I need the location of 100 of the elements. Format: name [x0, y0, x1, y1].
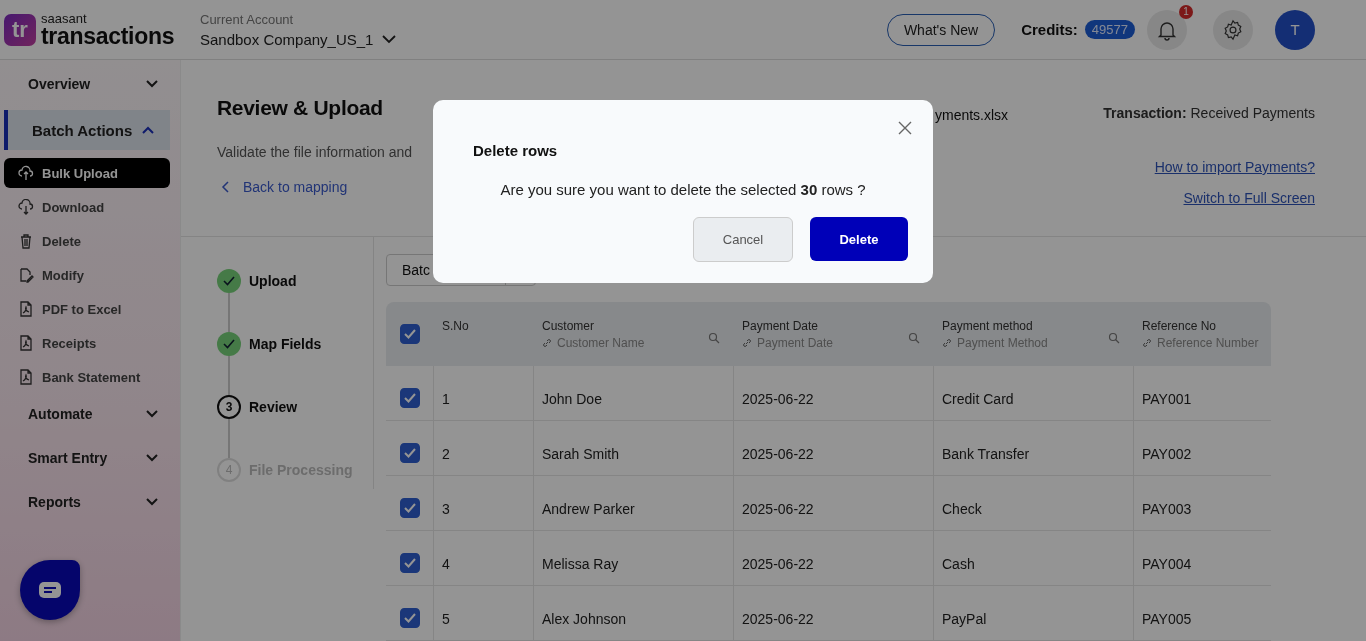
table-cell: PAY002: [1142, 446, 1192, 462]
step-label: Review: [249, 399, 298, 415]
help-link[interactable]: Switch to Full Screen: [1183, 190, 1315, 206]
column-header: S.No: [442, 319, 469, 333]
user-avatar[interactable]: T: [1275, 9, 1315, 50]
table-cell: Check: [942, 501, 982, 517]
sidebar-item[interactable]: Modify: [4, 260, 170, 290]
table-cell: 2025-06-22: [742, 556, 814, 572]
table-cell: PAY001: [1142, 391, 1192, 407]
table-cell: 2025-06-22: [742, 446, 814, 462]
chevron-down-icon: [146, 80, 158, 88]
delete-button[interactable]: Delete: [810, 217, 908, 261]
table-cell: Alex Johnson: [542, 611, 627, 627]
pdf-file-icon: [18, 335, 34, 351]
sidebar-item-label: Bulk Upload: [42, 165, 118, 181]
account-label: Current Account: [200, 11, 295, 27]
settings-button[interactable]: [1213, 9, 1253, 50]
sidebar-section[interactable]: Batch Actions: [4, 110, 170, 150]
step-label: Map Fields: [249, 336, 322, 352]
cancel-button[interactable]: Cancel: [693, 217, 793, 262]
table-cell: Sarah Smith: [542, 446, 620, 462]
column-header: Customer: [542, 319, 595, 333]
sidebar-item[interactable]: Bulk Upload: [4, 158, 170, 188]
row-checkbox[interactable]: [399, 443, 420, 463]
sidebar-section[interactable]: Overview: [4, 66, 158, 102]
chevron-down-icon: [146, 454, 158, 462]
sidebar-item-label: Bank Statement: [42, 369, 141, 385]
search-icon[interactable]: [908, 332, 920, 344]
sidebar-item[interactable]: PDF to Excel: [4, 294, 170, 324]
step-label: Upload: [249, 273, 297, 289]
chevron-up-icon: [142, 126, 154, 134]
table-cell: John Doe: [542, 391, 602, 407]
back-link[interactable]: Back to mapping: [217, 179, 413, 195]
sidebar-item-label: PDF to Excel: [42, 301, 122, 317]
dialog-message: Are you sure you want to delete the selected 30 rows ?: [500, 181, 866, 198]
table-cell: Melissa Ray: [542, 556, 619, 572]
logo-mark: tr: [4, 13, 36, 46]
page-subtitle: Validate the file information and: [217, 144, 413, 160]
account-selector[interactable]: Sandbox Company_US_1: [200, 30, 374, 48]
table-cell: PayPal: [942, 611, 987, 627]
dialog-title: Delete rows: [473, 142, 559, 159]
mapped-field: Reference Number: [1157, 336, 1259, 350]
chat-icon: [38, 581, 62, 599]
table-cell: 2025-06-22: [742, 501, 814, 517]
sidebar-section[interactable]: Smart Entry: [4, 440, 158, 476]
sidebar-section[interactable]: Reports: [4, 484, 158, 520]
whats-new-button[interactable]: What's New: [886, 13, 996, 46]
sidebar-item-label: Modify: [42, 267, 84, 283]
sidebar-item[interactable]: Bank Statement: [4, 362, 170, 392]
table-cell: Cash: [942, 556, 975, 572]
pdf-file-icon: [18, 369, 34, 385]
link-icon: [542, 338, 552, 348]
transaction-info: Transaction: Received Payments: [1103, 105, 1315, 123]
column-header: Payment Date: [742, 319, 820, 333]
column-header: Payment method: [942, 319, 1034, 333]
link-icon: [1142, 338, 1152, 348]
mapped-field: Customer Name: [557, 336, 645, 350]
sidebar-item[interactable]: Download: [4, 192, 170, 222]
chevron-down-icon: [146, 410, 158, 418]
row-checkbox[interactable]: [399, 388, 420, 408]
row-checkbox[interactable]: [399, 553, 420, 573]
sidebar-section[interactable]: Automate: [4, 396, 158, 432]
select-all-checkbox[interactable]: [400, 324, 420, 344]
table-cell: 3: [442, 501, 450, 517]
trash-icon: [18, 233, 34, 249]
table-cell: 2025-06-22: [742, 611, 814, 627]
table-cell: 2025-06-22: [742, 391, 814, 407]
notifications-button[interactable]: [1147, 9, 1187, 50]
search-icon[interactable]: [1108, 332, 1120, 344]
row-checkbox[interactable]: [399, 498, 420, 518]
help-link[interactable]: How to import Payments?: [1154, 159, 1315, 175]
notification-badge: 1: [1179, 4, 1193, 19]
credits-badge: 49577: [1084, 20, 1135, 39]
document-pen-icon: [18, 267, 34, 283]
table-cell: 4: [442, 556, 450, 572]
step-number: 3: [217, 395, 241, 419]
search-icon[interactable]: [708, 332, 720, 344]
row-checkbox[interactable]: [399, 608, 420, 628]
cloud-upload-icon: [18, 165, 34, 181]
table-cell: Credit Card: [942, 391, 1014, 407]
link-icon: [742, 338, 752, 348]
credits-label: Credits:: [1021, 21, 1078, 38]
column-header: Reference No: [1142, 319, 1218, 333]
chevron-down-icon[interactable]: [382, 34, 397, 44]
chevron-down-icon: [146, 498, 158, 506]
table-cell: PAY005: [1142, 611, 1192, 627]
close-icon[interactable]: [898, 121, 912, 135]
sidebar-item-label: Download: [42, 199, 105, 215]
sidebar-item[interactable]: Delete: [4, 226, 170, 256]
brand-tagline: saasant: [41, 11, 88, 25]
table-cell: 1: [442, 391, 450, 407]
brand-name: transactions: [41, 24, 175, 48]
file-name: yments.xlsx: [935, 107, 1009, 123]
pdf-file-icon: [18, 301, 34, 317]
cloud-download-icon: [18, 199, 34, 215]
table-cell: PAY003: [1142, 501, 1192, 517]
sidebar-item[interactable]: Receipts: [4, 328, 170, 358]
table-cell: Andrew Parker: [542, 501, 635, 517]
link-icon: [942, 338, 952, 348]
page-title: Review & Upload: [217, 96, 384, 120]
